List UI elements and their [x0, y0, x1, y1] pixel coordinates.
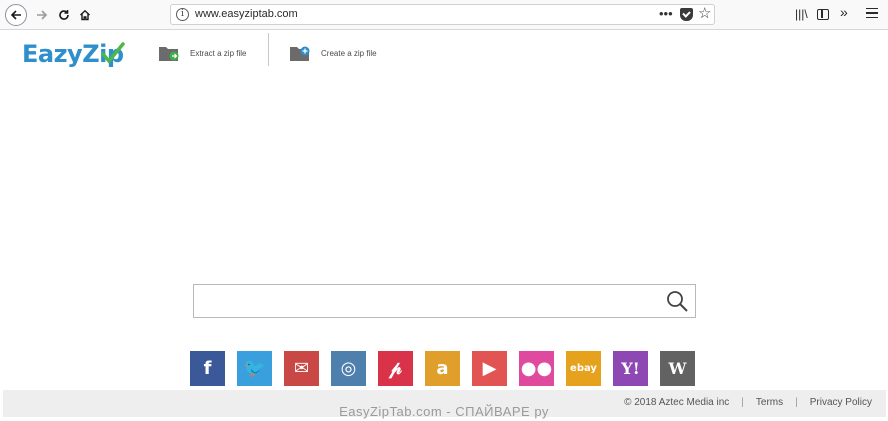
folder-extract-icon [159, 47, 179, 61]
checkmark-icon [101, 42, 125, 64]
home-button[interactable] [74, 4, 96, 26]
browser-toolbar: i www.easyziptab.com ••• ☆ |||\ » [0, 0, 888, 30]
pocket-icon[interactable] [680, 8, 693, 21]
hamburger-menu-icon[interactable] [866, 8, 878, 18]
amazon-icon[interactable]: a [425, 351, 460, 386]
instagram-icon[interactable]: ◎ [331, 351, 366, 386]
info-icon[interactable]: i [176, 8, 189, 21]
pinterest-icon[interactable]: 𝓅 [378, 351, 413, 386]
create-zip-link[interactable]: Create a zip file [289, 45, 377, 62]
extract-zip-label: Extract a zip file [190, 49, 247, 58]
browser-window: i www.easyziptab.com ••• ☆ |||\ » EazyZi… [0, 0, 888, 421]
arrow-left-icon [10, 10, 21, 20]
search-icon[interactable] [665, 289, 689, 313]
url-bar[interactable]: i www.easyziptab.com ••• ☆ [170, 4, 715, 25]
folder-add-icon [290, 46, 310, 61]
overflow-menu-icon[interactable]: » [840, 4, 848, 20]
arrow-right-icon [37, 10, 48, 20]
wikipedia-icon[interactable]: W [660, 351, 695, 386]
back-button[interactable] [5, 4, 27, 26]
reload-icon [59, 10, 69, 20]
forward-button[interactable] [31, 4, 53, 26]
bookmark-star-icon[interactable]: ☆ [698, 4, 711, 22]
youtube-icon[interactable]: ▶ [472, 351, 507, 386]
quick-links: f 🐦 ✉ ◎ 𝓅 a ▶ ●● ebay Y! W [190, 351, 695, 386]
url-text[interactable]: www.easyziptab.com [195, 8, 298, 20]
yahoo-icon[interactable]: Y! [613, 351, 648, 386]
gmail-icon[interactable]: ✉ [284, 351, 319, 386]
create-zip-label: Create a zip file [321, 49, 377, 58]
home-icon [80, 9, 90, 21]
search-input[interactable] [194, 285, 654, 317]
flickr-icon[interactable]: ●● [519, 351, 554, 386]
twitter-icon[interactable]: 🐦 [237, 351, 272, 386]
reload-button[interactable] [53, 4, 75, 26]
sidebar-icon[interactable] [817, 9, 829, 20]
search-box [193, 284, 696, 318]
watermark-text: EasyZipTab.com - СПАЙВАРЕ ру [339, 404, 549, 419]
header-divider [268, 33, 269, 66]
extract-zip-link[interactable]: Extract a zip file [158, 45, 246, 62]
page-actions-icon[interactable]: ••• [659, 6, 673, 21]
facebook-icon[interactable]: f [190, 351, 225, 386]
ebay-icon[interactable]: ebay [566, 351, 601, 386]
library-icon[interactable]: |||\ [795, 7, 808, 21]
